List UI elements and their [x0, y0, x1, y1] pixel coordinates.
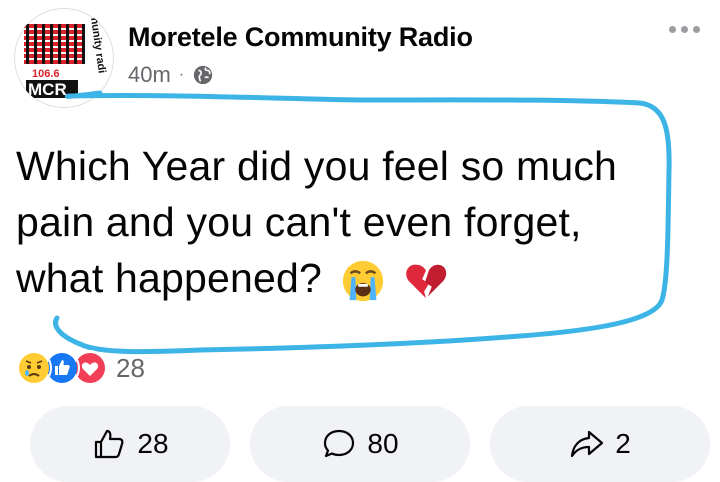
more-dot — [681, 26, 688, 33]
more-dot — [669, 26, 676, 33]
more-options-icon[interactable] — [669, 26, 700, 33]
facebook-post: 106.6 MCR nunity radi Moretele Community… — [0, 0, 720, 482]
reactions-count[interactable]: 28 — [116, 353, 145, 384]
post-meta: 40m · — [128, 62, 214, 88]
mcr-logo: 106.6 MCR nunity radi — [15, 9, 113, 107]
page-avatar[interactable]: 106.6 MCR nunity radi — [14, 8, 114, 108]
comment-button[interactable]: 80 — [250, 406, 470, 482]
meta-separator: · — [178, 66, 185, 83]
sad-icon — [16, 350, 52, 386]
logo-name: MCR — [28, 80, 67, 99]
page-name[interactable]: Moretele Community Radio — [128, 22, 473, 53]
like-count: 28 — [137, 428, 169, 459]
reactions-summary[interactable]: 28 — [16, 350, 145, 386]
share-arrow-icon — [571, 430, 604, 458]
globe-icon[interactable] — [192, 64, 214, 86]
more-dot — [693, 26, 700, 33]
share-button[interactable]: 2 — [490, 406, 710, 482]
post-text-block: Which Year did you feel so much pain and… — [16, 138, 656, 306]
broken-heart-emoji — [403, 258, 449, 304]
comment-count: 80 — [367, 428, 399, 459]
post-text: Which Year did you feel so much pain and… — [16, 143, 618, 301]
loudly-crying-face-emoji — [340, 258, 386, 304]
thumbs-up-icon — [95, 429, 124, 459]
share-count: 2 — [615, 428, 631, 459]
like-button[interactable]: 28 — [30, 406, 230, 482]
action-bar: 28 80 2 — [0, 406, 720, 482]
logo-frequency: 106.6 — [32, 68, 60, 80]
post-timestamp[interactable]: 40m — [128, 62, 171, 88]
comment-icon — [324, 429, 355, 458]
